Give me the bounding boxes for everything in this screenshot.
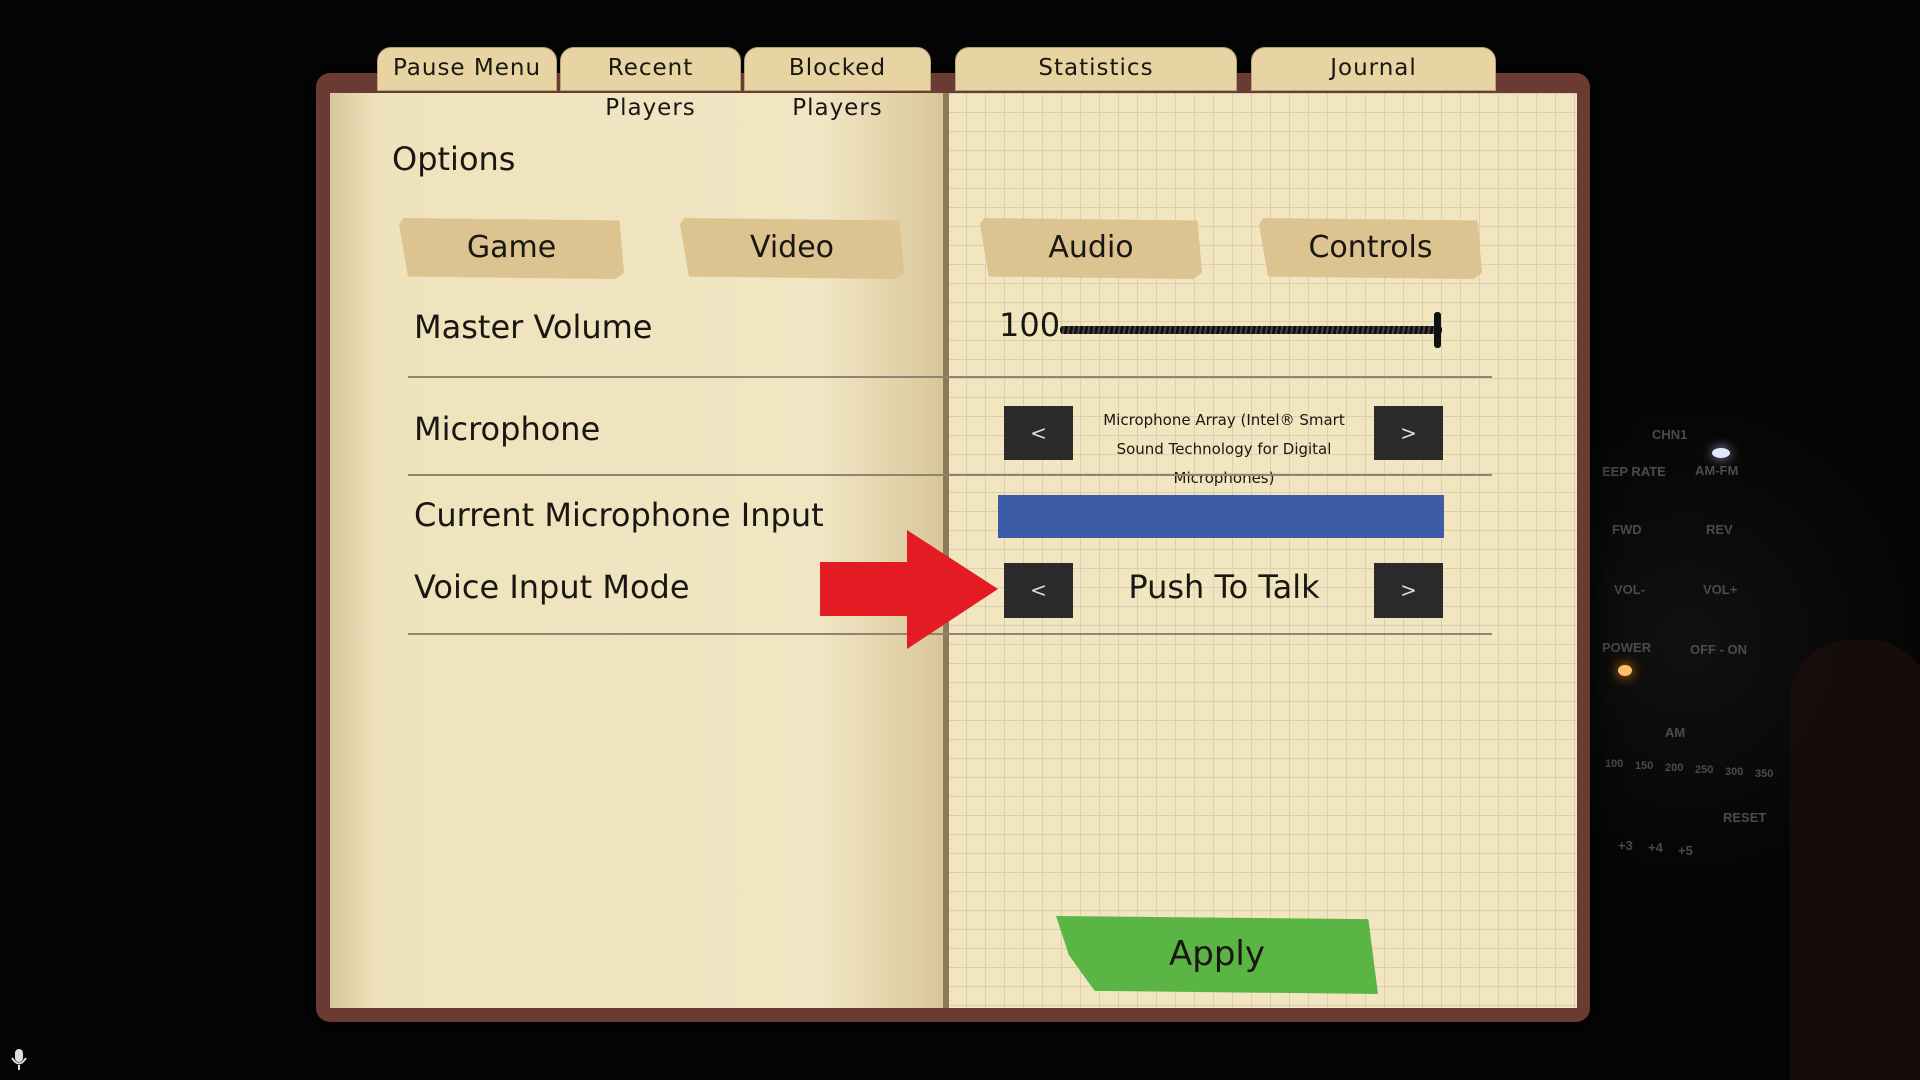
microphone-value: Microphone Array (Intel® Smart Sound Tec… [1103, 411, 1345, 487]
microphone-prev-button[interactable]: < [1004, 406, 1073, 460]
divider [408, 474, 1492, 476]
apply-button[interactable]: Apply [1056, 916, 1378, 994]
master-volume-handle[interactable] [1434, 312, 1441, 348]
radio-label: POWER [1602, 640, 1652, 655]
master-volume-label: Master Volume [414, 308, 653, 346]
power-light [1618, 665, 1632, 676]
subtab-audio[interactable]: Audio [980, 218, 1202, 279]
subtab-game[interactable]: Game [399, 218, 624, 279]
page-title: Options [392, 140, 516, 178]
mic-input-label: Current Microphone Input [414, 496, 824, 534]
tab-blocked-players[interactable]: Blocked Players [744, 47, 931, 121]
hand [1790, 640, 1920, 1080]
master-volume-value: 100 [999, 306, 1061, 344]
radio-label: +5 [1678, 843, 1693, 858]
radio-label: EEP RATE [1602, 464, 1666, 479]
radio-label: 250 [1695, 764, 1714, 776]
tab-recent-players[interactable]: Recent Players [560, 47, 741, 121]
master-volume-slider[interactable] [1060, 326, 1442, 334]
radio-label: +3 [1618, 838, 1633, 853]
tab-journal[interactable]: Journal [1251, 47, 1496, 91]
radio-light [1712, 448, 1730, 458]
divider [408, 376, 1492, 378]
microphone-label: Microphone [414, 410, 601, 448]
voice-mode-prev-button[interactable]: < [1004, 563, 1073, 618]
radio-label: 150 [1635, 760, 1654, 772]
voice-mode-value: Push To Talk [1128, 568, 1320, 606]
radio-label: OFF - ON [1690, 642, 1748, 657]
voice-mode-next-button[interactable]: > [1374, 563, 1443, 618]
tab-statistics[interactable]: Statistics [955, 47, 1237, 91]
red-arrow-icon [820, 530, 998, 649]
radio-label: VOL+ [1703, 582, 1738, 597]
tab-pause-menu[interactable]: Pause Menu [377, 47, 557, 91]
subtab-controls[interactable]: Controls [1259, 218, 1482, 279]
radio-label: VOL- [1614, 582, 1646, 597]
radio-label: +4 [1648, 840, 1663, 855]
voice-mode-label: Voice Input Mode [414, 568, 690, 606]
radio-label: AM [1665, 725, 1686, 740]
radio-label: 300 [1725, 766, 1744, 778]
radio-label: REV [1706, 522, 1733, 537]
mic-input-level-bar [998, 495, 1444, 538]
subtab-video[interactable]: Video [680, 218, 904, 279]
microphone-icon [11, 1049, 27, 1070]
radio-label: 200 [1665, 762, 1684, 774]
microphone-next-button[interactable]: > [1374, 406, 1443, 460]
radio-label: AM-FM [1695, 463, 1739, 478]
radio-label: 350 [1755, 768, 1774, 780]
radio-label: 100 [1605, 758, 1624, 770]
radio-label: RESET [1723, 810, 1767, 825]
radio-label: CHN1 [1652, 427, 1688, 442]
radio-label: FWD [1612, 522, 1642, 537]
